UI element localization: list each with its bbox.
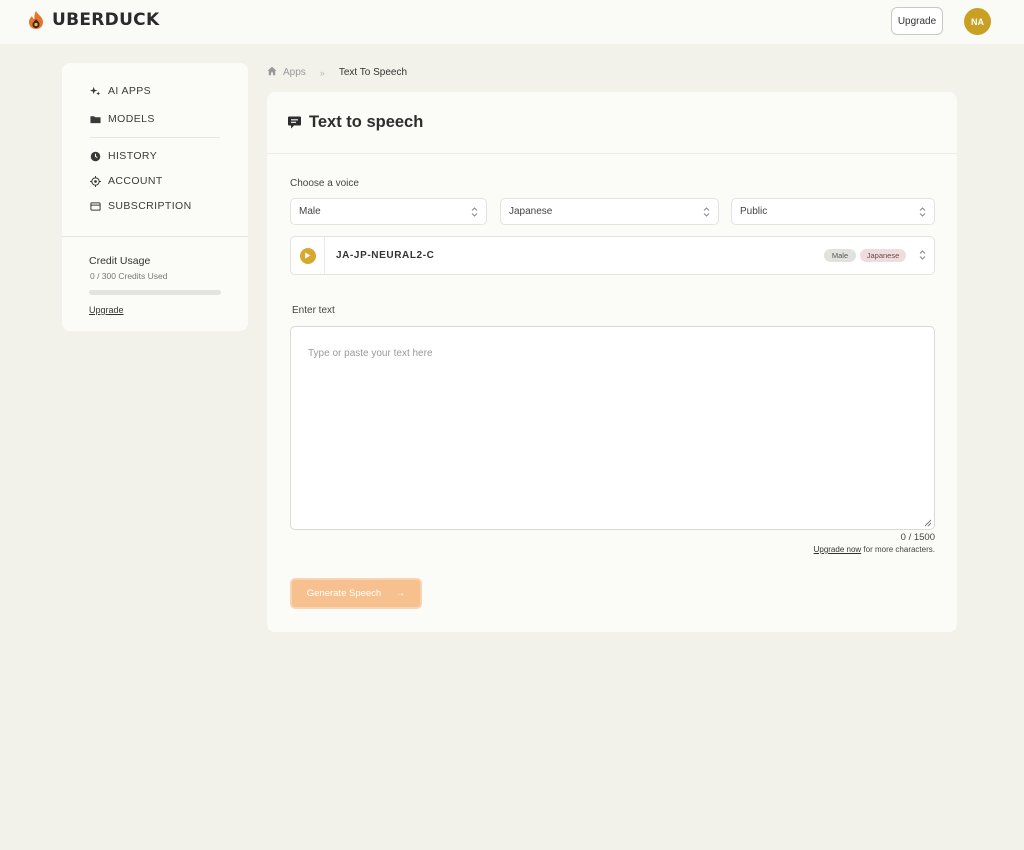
credit-progress-bar <box>89 290 221 295</box>
visibility-select[interactable]: Public <box>731 198 935 225</box>
logo[interactable]: UBERDUCK <box>27 10 159 30</box>
sidebar-item-history[interactable]: HISTORY <box>90 150 157 162</box>
breadcrumb-home[interactable] <box>267 66 277 79</box>
page-title-text: Text to speech <box>309 113 424 131</box>
gender-select[interactable]: Male <box>290 198 487 225</box>
clock-icon <box>90 151 101 161</box>
sidebar-divider <box>62 236 248 237</box>
target-icon <box>90 175 101 187</box>
chevron-updown-icon <box>471 207 478 217</box>
upgrade-note-suffix: for more characters. <box>861 545 935 554</box>
avatar[interactable]: NA <box>964 8 991 35</box>
upgrade-button[interactable]: Upgrade <box>891 7 943 35</box>
sidebar: AI APPS MODELS HISTORY ACCOUNT SUBSCRIPT… <box>62 63 248 331</box>
generate-speech-button[interactable]: Generate Speech → <box>290 578 422 609</box>
chevron-updown-icon <box>919 250 926 260</box>
voice-tag-language: Japanese <box>860 249 906 262</box>
sidebar-item-label: HISTORY <box>108 150 158 162</box>
sidebar-item-label: AI APPS <box>108 85 152 97</box>
voice-select[interactable]: JA-JP-NEURAL2-C Male Japanese <box>290 236 935 275</box>
credit-usage-title: Credit Usage <box>89 255 151 267</box>
resize-handle-icon[interactable] <box>924 519 932 527</box>
chevron-updown-icon <box>703 207 710 217</box>
language-select[interactable]: Japanese <box>500 198 719 225</box>
enter-text-label: Enter text <box>292 305 335 316</box>
sparkles-icon <box>90 86 101 96</box>
play-icon <box>305 252 311 259</box>
page-title: Text to speech <box>287 113 423 132</box>
sidebar-item-models[interactable]: MODELS <box>90 113 155 125</box>
card-header: Text to speech <box>267 92 957 154</box>
breadcrumb: Apps » Text To Speech <box>267 66 407 79</box>
nav-divider <box>90 137 220 138</box>
brand-name: UBERDUCK <box>52 10 160 30</box>
character-count: 0 / 1500 <box>900 532 935 543</box>
play-preview-button[interactable] <box>291 237 325 274</box>
play-icon-circle <box>299 247 316 264</box>
breadcrumb-apps[interactable]: Apps <box>283 67 306 78</box>
home-icon <box>267 66 277 76</box>
upgrade-note: Upgrade now for more characters. <box>814 545 935 554</box>
language-select-value: Japanese <box>509 206 553 217</box>
text-input[interactable]: Type or paste your text here <box>290 326 935 530</box>
gender-select-value: Male <box>299 206 321 217</box>
flame-logo-icon <box>29 11 43 29</box>
top-bar: UBERDUCK Upgrade NA <box>0 0 1024 44</box>
card-icon <box>90 201 101 211</box>
chevron-updown-icon <box>919 207 926 217</box>
arrow-right-icon: → <box>395 588 406 599</box>
text-input-placeholder: Type or paste your text here <box>308 348 433 359</box>
breadcrumb-current: Text To Speech <box>338 67 408 78</box>
sidebar-item-label: MODELS <box>108 113 155 125</box>
voice-tag-gender: Male <box>824 249 856 262</box>
sidebar-item-subscription[interactable]: SUBSCRIPTION <box>90 200 192 212</box>
choose-voice-label: Choose a voice <box>290 178 359 189</box>
tts-card: Text to speech Choose a voice Male Japan… <box>267 92 957 632</box>
sidebar-item-ai-apps[interactable]: AI APPS <box>90 85 151 97</box>
sidebar-item-label: SUBSCRIPTION <box>108 200 192 212</box>
speech-bubble-icon <box>288 116 301 129</box>
credit-usage-text: 0 / 300 Credits Used <box>90 271 168 281</box>
folder-icon <box>90 115 101 123</box>
visibility-select-value: Public <box>740 206 768 217</box>
breadcrumb-separator: » <box>319 67 325 78</box>
voice-name: JA-JP-NEURAL2-C <box>336 250 435 261</box>
generate-speech-label: Generate Speech <box>306 588 382 599</box>
upgrade-now-link[interactable]: Upgrade now <box>814 545 862 554</box>
credit-upgrade-link[interactable]: Upgrade <box>89 305 124 315</box>
sidebar-item-account[interactable]: ACCOUNT <box>90 175 163 187</box>
sidebar-item-label: ACCOUNT <box>108 175 163 187</box>
